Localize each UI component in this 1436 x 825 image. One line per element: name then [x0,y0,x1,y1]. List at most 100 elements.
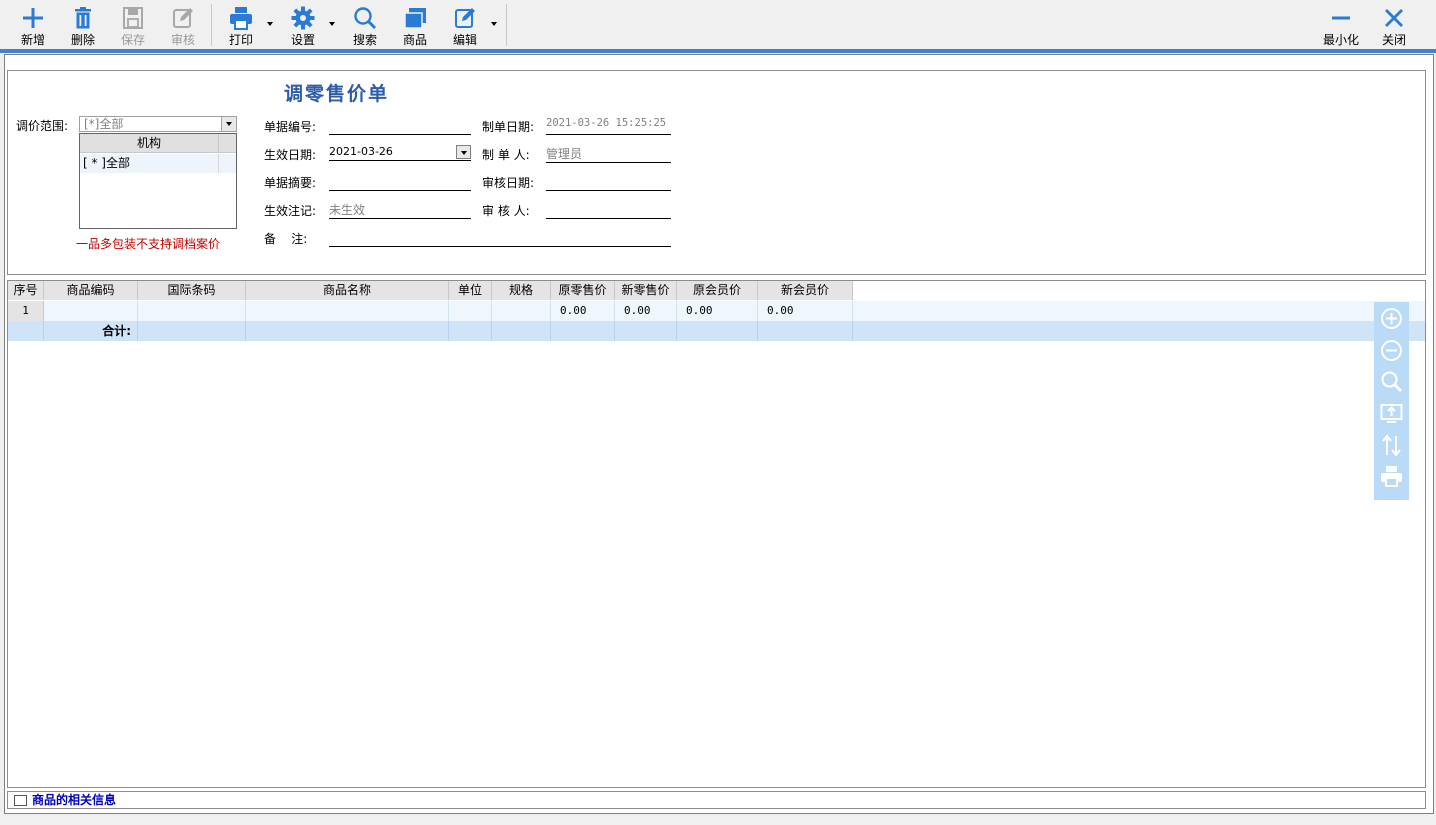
add-button[interactable]: 新增 [8,2,58,48]
sort-icon[interactable] [1379,433,1404,458]
effective-date-picker[interactable]: 2021-03-26 [329,145,471,161]
effective-date-value: 2021-03-26 [329,145,393,158]
add-label: 新增 [20,33,45,47]
scope-select[interactable]: [*]全部 [79,116,237,132]
minimize-button[interactable]: 最小化 [1316,2,1366,48]
column-header-new-retail[interactable]: 新零售价 [615,281,677,300]
trash-icon [75,7,91,29]
doc-no-label: 单据编号: [264,120,317,134]
column-header-name[interactable]: 商品名称 [246,281,449,300]
scope-dropdown-list: 机构 [ * ]全部 [79,133,237,229]
status-text[interactable]: 商品的相关信息 [32,793,116,808]
edit-dropdown-arrow[interactable] [491,22,497,26]
dropdown-column-divider [218,154,219,173]
auditor-label: 审 核 人: [482,204,530,218]
plus-icon [23,8,43,28]
scope-dropdown-button[interactable] [221,117,236,131]
search-icon [354,7,377,30]
toolbar-separator [506,4,507,46]
audit-label: 审核 [170,33,195,47]
scope-value: [*]全部 [84,117,124,131]
print-dropdown-arrow[interactable] [267,22,273,26]
column-header-new-member[interactable]: 新会员价 [758,281,853,300]
printer-icon[interactable] [1379,464,1404,489]
summary-label: 单据摘要: [264,176,317,190]
create-date-label: 制单日期: [482,120,535,134]
table-row[interactable]: 1 0.00 0.00 0.00 0.00 [8,301,1425,321]
total-label: 合计: [44,321,138,341]
info-icon [14,795,27,806]
delete-button[interactable]: 删除 [58,2,108,48]
settings-dropdown-arrow[interactable] [329,22,335,26]
minus-icon [1332,16,1350,20]
summary-field[interactable] [329,190,471,191]
auditor-field [546,218,671,219]
remark-label: 备 注: [264,232,308,246]
dropdown-header-blank [218,134,236,153]
column-header-code[interactable]: 商品编码 [44,281,138,300]
effective-date-dropdown-button[interactable] [456,145,471,159]
create-date-value: 2021-03-26 15:25:25 [546,117,667,129]
total-cell [449,321,492,341]
total-cell [677,321,758,341]
goods-button[interactable]: 商品 [390,2,440,48]
creator-field [546,162,671,163]
create-date-field [546,134,671,135]
cell-new-retail[interactable]: 0.00 [615,301,677,321]
warning-text: 一品多包装不支持调档案价 [76,237,221,251]
gear-icon [291,6,315,30]
settings-button[interactable]: 设置 [278,2,328,48]
save-button[interactable]: 保存 [108,2,158,48]
row-index: 1 [8,301,44,321]
add-circle-icon[interactable] [1379,306,1404,331]
stack-icon [404,8,426,29]
print-label: 打印 [228,33,253,47]
search-button[interactable]: 搜索 [340,2,390,48]
edit-button[interactable]: 编辑 [440,2,490,48]
total-index-cell [8,321,44,341]
cell-name[interactable] [246,301,449,321]
doc-no-field[interactable] [329,134,471,135]
dropdown-header: 机构 [80,134,218,153]
remark-field[interactable] [329,246,671,247]
toolbar-divider [0,49,1436,53]
audit-button[interactable]: 审核 [158,2,208,48]
column-header-old-member[interactable]: 原会员价 [677,281,758,300]
grid-header: 序号 商品编码 国际条码 商品名称 单位 规格 原零售价 新零售价 原会员价 新… [8,281,853,300]
cell-spec[interactable] [492,301,551,321]
audit-date-field [546,190,671,191]
upload-screen-icon[interactable] [1379,401,1404,426]
cell-code[interactable] [44,301,138,321]
page-title: 调零售价单 [284,83,390,105]
cell-unit[interactable] [449,301,492,321]
toolbar-separator [211,4,212,46]
remove-circle-icon[interactable] [1379,338,1404,363]
search-label: 搜索 [352,33,377,47]
edit-icon [173,8,193,28]
cell-barcode[interactable] [138,301,246,321]
effective-date-label: 生效日期: [264,148,317,162]
column-header-barcode[interactable]: 国际条码 [138,281,246,300]
status-bar: 商品的相关信息 [7,791,1426,809]
total-cell [138,321,246,341]
print-button[interactable]: 打印 [216,2,266,48]
settings-label: 设置 [290,33,315,47]
cell-new-member[interactable]: 0.00 [758,301,853,321]
close-button[interactable]: 关闭 [1369,2,1419,48]
total-cell [615,321,677,341]
save-label: 保存 [120,33,145,47]
total-cell [492,321,551,341]
column-header-old-retail[interactable]: 原零售价 [551,281,615,300]
column-header-spec[interactable]: 规格 [492,281,551,300]
minimize-label: 最小化 [1322,33,1359,47]
column-header-index[interactable]: 序号 [8,281,44,300]
effective-flag-label: 生效注记: [264,204,317,218]
column-header-unit[interactable]: 单位 [449,281,492,300]
search-icon[interactable] [1379,369,1404,394]
total-cell [551,321,615,341]
cell-old-member[interactable]: 0.00 [677,301,758,321]
cell-old-retail[interactable]: 0.00 [551,301,615,321]
total-row: 合计: [8,321,1425,341]
goods-label: 商品 [402,33,427,47]
dropdown-item-all[interactable]: [ * ]全部 [80,154,236,173]
